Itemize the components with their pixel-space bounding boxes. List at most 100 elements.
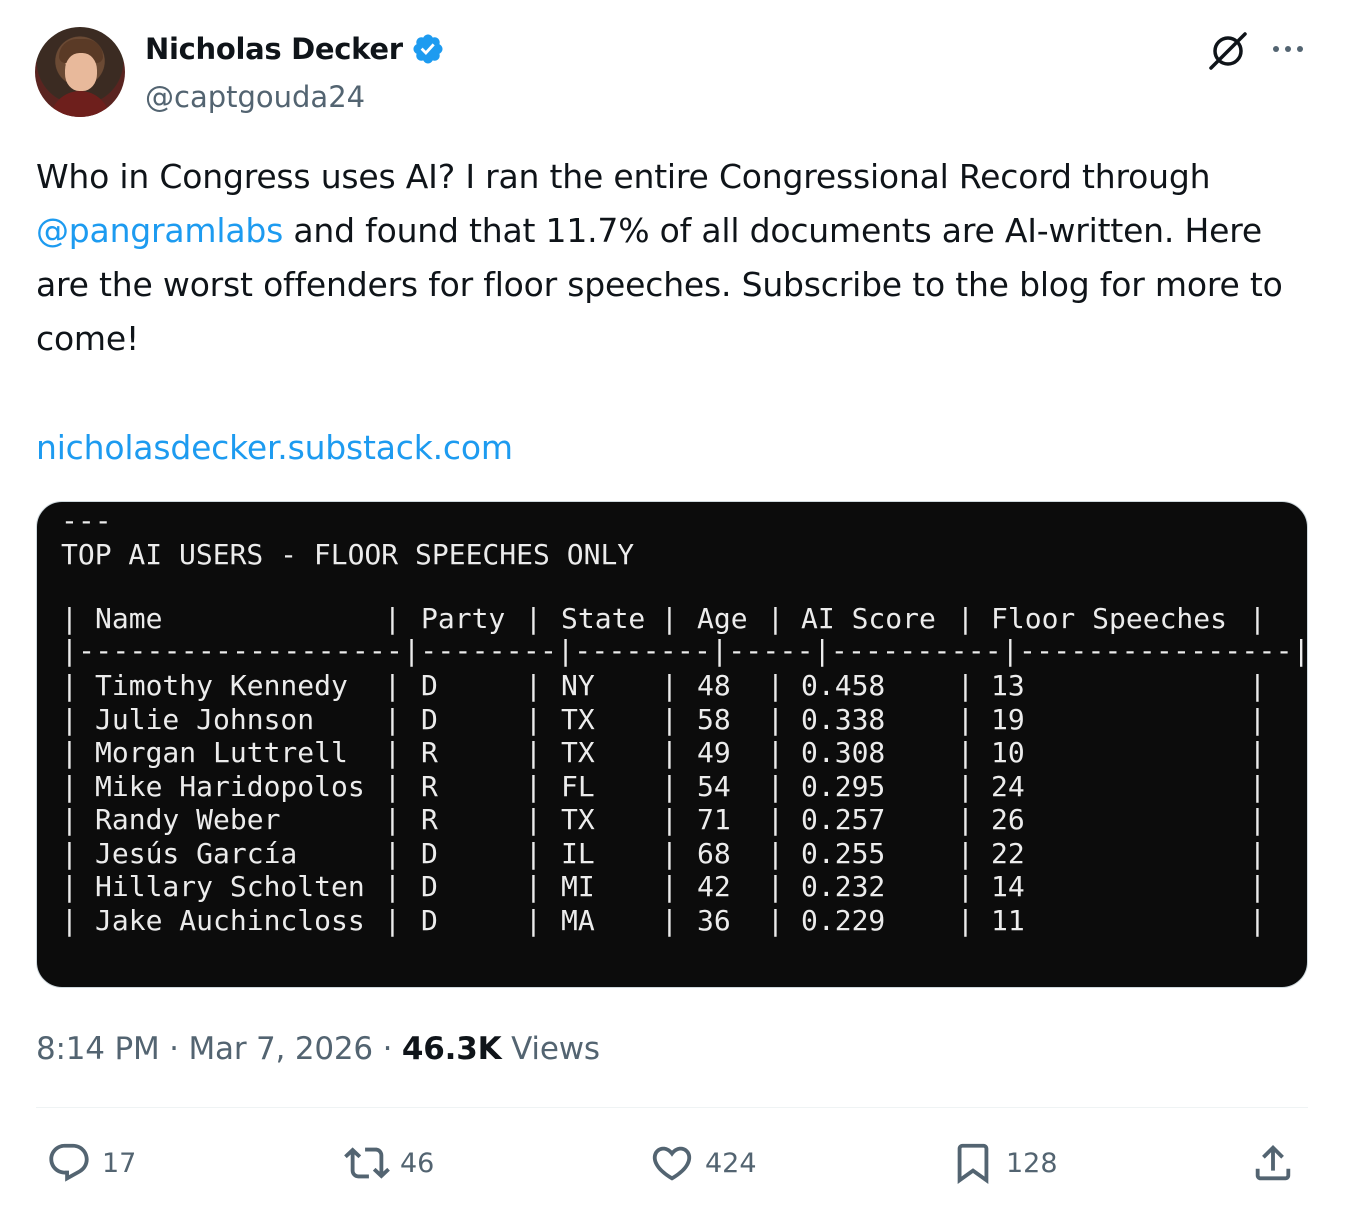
terminal-screenshot[interactable]: --- TOP AI USERS - FLOOR SPEECHES ONLY |… [36,501,1308,988]
external-link[interactable]: nicholasdecker.substack.com [36,421,513,475]
avatar-face [65,53,97,91]
table-pipe: | [525,769,542,803]
table-cell: Morgan Luttrell [95,736,348,769]
terminal-title: TOP AI USERS - FLOOR SPEECHES ONLY [61,538,635,571]
table-cell: Timothy Kennedy [95,669,348,702]
table-pipe: | [61,870,78,903]
table-cell: Randy Weber [95,803,281,836]
table-pipe: | [661,903,678,937]
table-pipe: | [384,602,401,635]
table-pipe: | [525,803,542,836]
table-pipe: | [384,870,401,903]
reply-button[interactable]: 17 [46,1140,136,1186]
more-options-icon[interactable] [1268,36,1308,62]
table-cell: MA [561,903,595,937]
repost-button[interactable]: 46 [344,1140,434,1186]
author-avatar[interactable] [35,27,125,117]
table-cell: R [421,803,438,836]
table-pipe: | [61,903,78,937]
table-pipe: | [1249,669,1266,702]
table-cell: 36 [697,903,731,937]
table-pipe: | [525,836,542,870]
table-cell: FL [561,769,595,803]
table-cell: Hillary Scholten [95,870,365,903]
table-pipe: | [61,736,78,769]
table-pipe: | [661,669,678,702]
table-pipe: | [957,602,974,635]
table-pipe: | [384,903,401,937]
table-pipe: | [767,669,784,702]
table-cell: 42 [697,870,731,903]
table-cell: D [421,903,438,937]
table-cell: MI [561,870,595,903]
avatar-shirt [50,91,110,117]
reply-count: 17 [102,1147,137,1179]
like-button[interactable]: 424 [649,1140,757,1186]
table-cell: Party [421,602,506,635]
table-pipe: | [661,736,678,769]
table-cell: 13 [991,669,1025,702]
table-pipe: | [1249,602,1266,635]
table-pipe: | [384,702,401,736]
author-name-text[interactable]: Nicholas Decker [145,32,403,66]
table-cell: 58 [697,702,731,736]
table-cell: 0.338 [801,702,886,736]
table-cell: 0.232 [801,870,886,903]
table-pipe: | [661,870,678,903]
table-pipe: | [525,602,542,635]
table-cell: Jesús García [95,836,298,870]
table-pipe: | [61,702,78,736]
table-pipe: | [957,736,974,769]
terminal-dash-line: --- [61,504,112,537]
table-cell: D [421,836,438,870]
table-pipe: | [661,769,678,803]
verified-badge-icon[interactable] [411,32,445,66]
table-pipe: | [525,669,542,702]
table-cell: 26 [991,803,1025,836]
bookmark-icon [957,1143,989,1184]
table-cell: 14 [991,870,1025,903]
table-pipe: | [767,903,784,937]
tweet-text-part: Who in Congress uses AI? I ran the entir… [36,157,1211,196]
tweet-time[interactable]: 8:14 PM [36,1031,160,1067]
table-pipe: | [661,803,678,836]
table-cell: IL [561,836,595,870]
repost-icon [344,1147,390,1179]
table-pipe: | [61,669,78,702]
reply-icon [49,1143,89,1182]
table-cell: 49 [697,736,731,769]
author-handle[interactable]: @captgouda24 [145,80,365,114]
table-pipe: | [384,736,401,769]
table-pipe: | [957,702,974,736]
table-cell: D [421,702,438,736]
table-cell: D [421,870,438,903]
table-cell: 10 [991,736,1025,769]
author-name[interactable]: Nicholas Decker [145,32,445,66]
table-pipe: | [61,602,78,635]
table-pipe: | [1249,836,1266,870]
table-pipe: | [1249,702,1266,736]
grok-icon[interactable] [1207,30,1249,72]
table-cell: Name [95,602,163,635]
table-pipe: | [61,769,78,803]
tweet-date[interactable]: Mar 7, 2026 [188,1031,373,1067]
table-cell: TX [561,736,595,769]
table-pipe: | [1249,769,1266,803]
table-cell: Floor Speeches [991,602,1228,635]
mention-link[interactable]: @pangramlabs [36,211,283,250]
table-pipe: | [384,669,401,702]
tweet-text: Who in Congress uses AI? I ran the entir… [36,150,1316,366]
table-cell: 0.308 [801,736,886,769]
tweet-meta: 8:14 PM · Mar 7, 2026 · 46.3K Views [36,1031,600,1067]
table-pipe: | [767,702,784,736]
table-pipe: | [957,836,974,870]
table-cell: Age [697,602,748,635]
share-button[interactable] [1250,1140,1296,1186]
table-cell: 68 [697,836,731,870]
bookmark-count: 128 [1006,1147,1058,1179]
share-icon [1255,1144,1291,1181]
table-pipe: | [957,903,974,937]
separator-line: |-------------------|--------|--------|-… [61,633,1308,667]
table-pipe: | [767,803,784,836]
bookmark-button[interactable]: 128 [950,1140,1058,1186]
